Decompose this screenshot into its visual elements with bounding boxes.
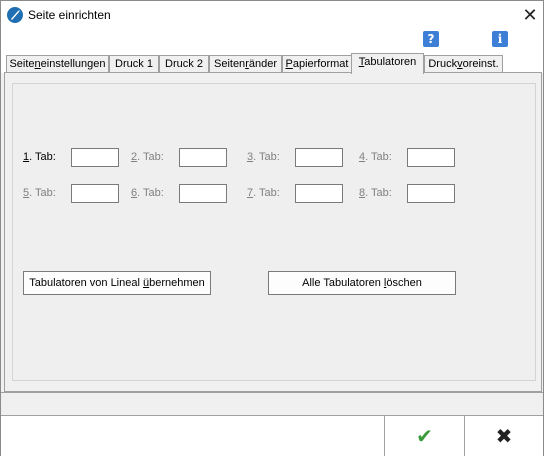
status-bar <box>1 392 543 415</box>
close-icon[interactable]: ✕ <box>520 5 540 25</box>
tab1-label: 1. Tab: <box>23 151 56 163</box>
tab-druck-2[interactable]: Druck 2 <box>159 55 209 73</box>
tab-druckvoreinstellungen[interactable]: Druckvoreinst. <box>424 55 503 73</box>
dialog-footer: ✔ ✖ <box>1 415 543 456</box>
tab-tabulatoren[interactable]: Tabulatoren <box>351 53 424 74</box>
tab8-input[interactable] <box>407 184 455 203</box>
tab2-input[interactable] <box>179 148 227 167</box>
tab7-input[interactable] <box>295 184 343 203</box>
tab4-input[interactable] <box>407 148 455 167</box>
tab5-label: 5. Tab: <box>23 187 56 199</box>
tab7-label: 7. Tab: <box>247 187 280 199</box>
clear-all-tabs-button[interactable]: Alle Tabulatoren löschen <box>268 271 456 295</box>
help-icon[interactable]: ? <box>423 31 439 47</box>
tab8-label: 8. Tab: <box>359 187 392 199</box>
tab1-input[interactable] <box>71 148 119 167</box>
tab-strip: Seiteneinstellungen Druck 1 Druck 2 Seit… <box>1 53 543 74</box>
tab6-input[interactable] <box>179 184 227 203</box>
app-quill-icon <box>7 7 23 23</box>
tab-seiteneinstellungen[interactable]: Seiteneinstellungen <box>6 55 109 73</box>
copy-from-ruler-button[interactable]: Tabulatoren von Lineal übernehmen <box>23 271 211 295</box>
window-title: Seite einrichten <box>28 8 111 22</box>
tab3-label: 3. Tab: <box>247 151 280 163</box>
info-icon[interactable]: i <box>492 31 508 47</box>
page-setup-dialog: Seite einrichten ✕ ? i Seiteneinstellung… <box>0 0 544 456</box>
dialog-toolbar: ? i <box>1 31 543 53</box>
tab6-label: 6. Tab: <box>131 187 164 199</box>
cancel-x-icon[interactable]: ✖ <box>464 416 543 456</box>
tab-seitenraender[interactable]: Seitenränder <box>209 55 282 73</box>
tab3-input[interactable] <box>295 148 343 167</box>
tab2-label: 2. Tab: <box>131 151 164 163</box>
tab5-input[interactable] <box>71 184 119 203</box>
tab-papierformat[interactable]: Papierformat <box>282 55 352 73</box>
tab4-label: 4. Tab: <box>359 151 392 163</box>
tab-druck-1[interactable]: Druck 1 <box>109 55 159 73</box>
title-bar: Seite einrichten ✕ <box>1 1 543 31</box>
ok-checkmark-icon[interactable]: ✔ <box>384 416 464 456</box>
tabulator-group: 1. Tab: 2. Tab: 3. Tab: 4. Tab: 5. Tab: … <box>12 83 536 381</box>
tab-panel: 1. Tab: 2. Tab: 3. Tab: 4. Tab: 5. Tab: … <box>4 72 542 392</box>
